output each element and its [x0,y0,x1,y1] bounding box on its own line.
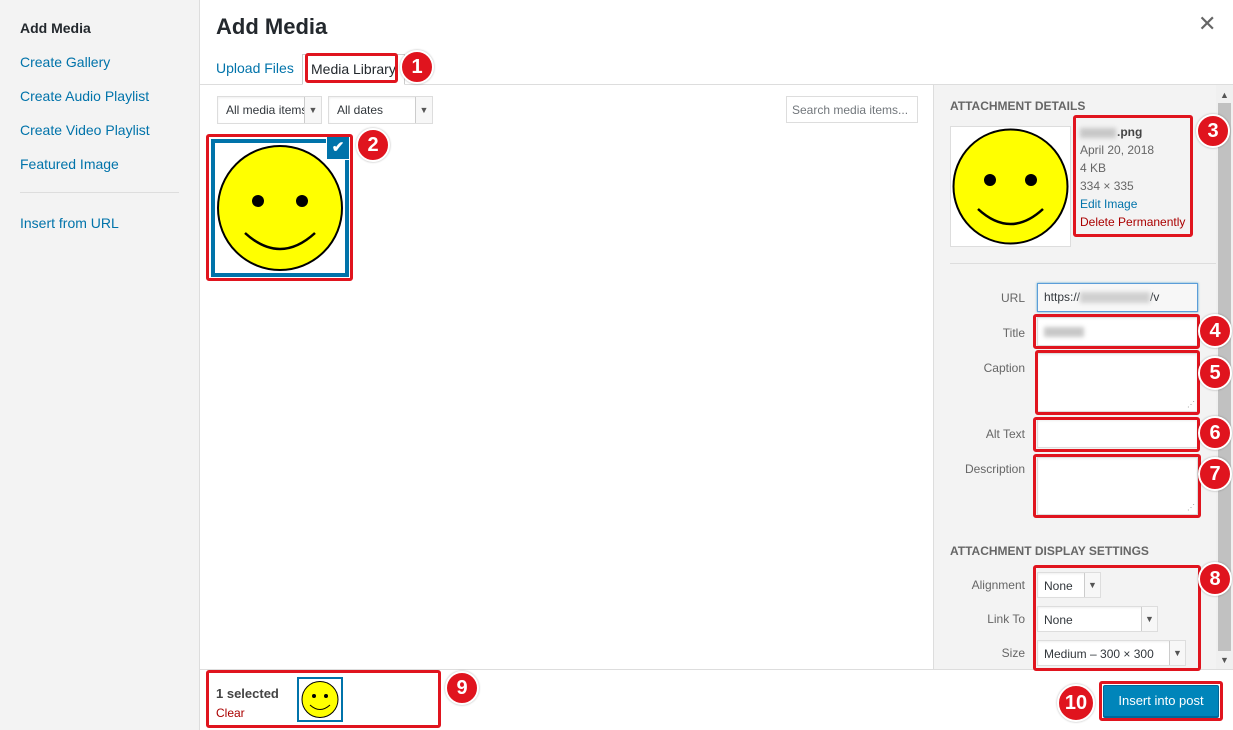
url-label: URL [1000,291,1025,305]
insert-into-post-button[interactable]: Insert into post [1103,685,1219,717]
url-field[interactable]: https:///v [1037,283,1198,312]
attachment-details-heading: Attachment Details [950,99,1086,113]
menu-create-audio-playlist[interactable]: Create Audio Playlist [20,88,149,104]
details-thumbnail [950,126,1071,247]
selected-thumbnail[interactable] [297,677,343,722]
annotation-badge-6: 6 [1198,416,1232,450]
menu-insert-from-url[interactable]: Insert from URL [20,215,119,231]
close-icon[interactable]: ✕ [1198,13,1216,35]
annotation-badge-7: 7 [1198,457,1232,491]
chevron-down-icon: ▼ [415,97,432,123]
tab-upload-files[interactable]: Upload Files [208,54,302,85]
annotation-badge-5: 5 [1198,356,1232,390]
alt-text-field[interactable] [1037,419,1198,448]
chevron-down-icon: ▼ [304,97,321,123]
title-label: Title [1002,326,1025,340]
title-field[interactable] [1037,317,1198,346]
annotation-badge-1: 1 [400,50,434,84]
annotation-badge-2: 2 [356,128,390,162]
size-select[interactable]: Medium – 300 × 300 ▼ [1037,640,1186,666]
description-textarea[interactable]: ⋰ [1037,457,1198,515]
alignment-select[interactable]: None ▼ [1037,572,1101,598]
modal-title: Add Media [216,14,328,39]
selection-count: 1 selected [216,686,279,701]
file-name: .png [1080,125,1142,139]
annotation-badge-8: 8 [1198,562,1232,596]
link-to-label: Link To [987,612,1025,626]
checkmark-icon[interactable]: ✔ [326,136,350,160]
sidebar-separator [950,263,1217,264]
tab-media-library[interactable]: Media Library [302,54,405,85]
blurred-text [1080,292,1151,304]
annotation-badge-9: 9 [445,671,479,705]
annotation-badge-4: 4 [1198,314,1232,348]
display-settings-heading: Attachment Display Settings [950,544,1149,558]
chevron-down-icon: ▼ [1084,573,1100,597]
size-label: Size [1001,646,1025,660]
blurred-text [1080,127,1116,138]
clear-selection-link[interactable]: Clear [216,706,245,720]
resize-handle-icon[interactable]: ⋰ [1187,401,1195,409]
menu-add-media[interactable]: Add Media [20,20,91,36]
smiley-image [952,128,1069,245]
date-filter-value: All dates [337,103,384,117]
caption-textarea[interactable]: ⋰ [1037,353,1198,412]
smiley-image [217,145,343,271]
date-filter[interactable]: All dates ▼ [328,96,433,124]
upload-date: April 20, 2018 [1080,143,1155,157]
chevron-down-icon: ▼ [1141,607,1157,631]
annotation-badge-10: 10 [1057,684,1095,722]
caption-label: Caption [983,361,1025,375]
delete-permanently-link[interactable]: Delete Permanently [1080,215,1185,229]
annotation-badge-3: 3 [1196,114,1230,148]
smiley-image [301,681,339,718]
description-label: Description [964,462,1025,476]
media-menu: Add Media Create Gallery Create Audio Pl… [0,0,200,730]
chevron-down-icon[interactable]: ▼ [1216,652,1233,668]
link-to-select[interactable]: None ▼ [1037,606,1158,632]
edit-image-link[interactable]: Edit Image [1080,197,1137,211]
resize-handle-icon[interactable]: ⋰ [1187,504,1195,512]
search-input[interactable]: Search media items... [786,96,918,123]
menu-featured-image[interactable]: Featured Image [20,156,119,172]
media-type-filter-value: All media items [226,103,308,117]
menu-separator [20,192,179,193]
media-type-filter[interactable]: All media items ▼ [217,96,322,124]
file-size: 4 KB [1080,161,1107,175]
menu-create-gallery[interactable]: Create Gallery [20,54,110,70]
dimensions: 334 × 335 [1080,179,1134,193]
menu-create-video-playlist[interactable]: Create Video Playlist [20,122,150,138]
alignment-label: Alignment [971,578,1025,592]
chevron-down-icon: ▼ [1169,641,1185,665]
blurred-text [1044,326,1084,337]
alt-text-label: Alt Text [985,427,1025,441]
chevron-up-icon[interactable]: ▲ [1216,87,1233,103]
